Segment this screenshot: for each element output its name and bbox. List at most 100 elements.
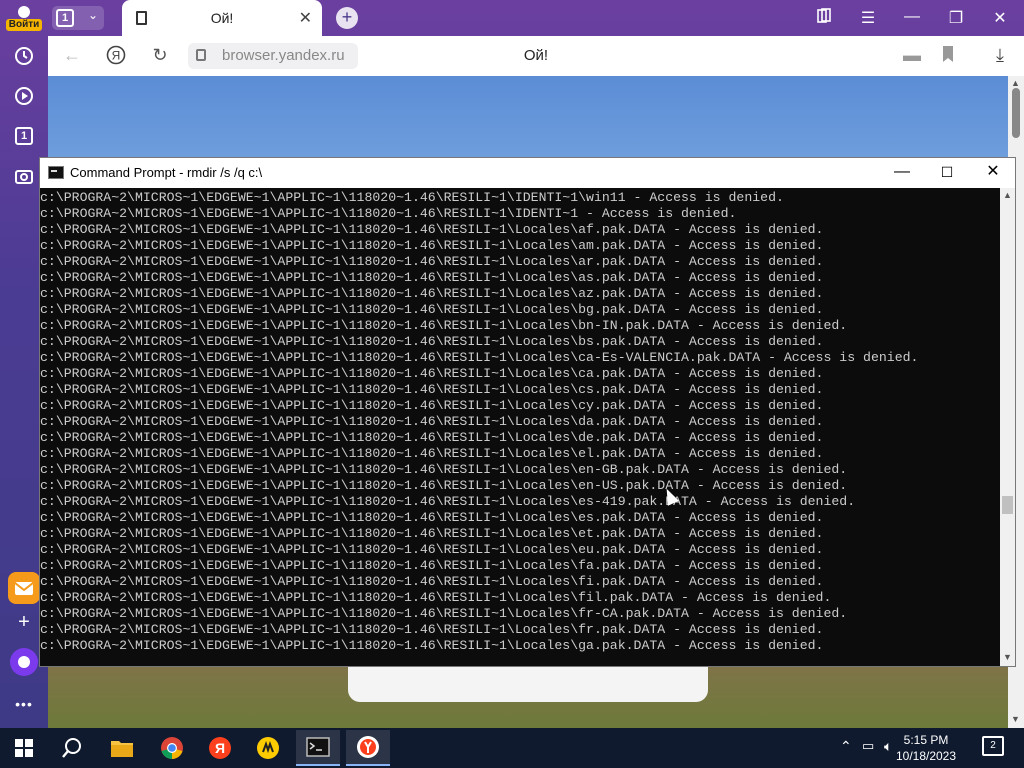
cmd-output-line: c:\PROGRA~2\MICROS~1\EDGEWE~1\APPLIC~1\1… <box>40 526 824 541</box>
cmd-output-line: c:\PROGRA~2\MICROS~1\EDGEWE~1\APPLIC~1\1… <box>40 462 848 477</box>
back-button[interactable]: ← <box>60 45 84 66</box>
download-icon: ⤓ <box>996 45 1004 65</box>
tab-title: Ой! <box>210 10 234 26</box>
start-button[interactable] <box>2 730 46 766</box>
hamburger-icon: ☰ <box>860 10 876 27</box>
restore-button[interactable]: ❐ <box>944 8 968 28</box>
yandex-browser-icon <box>357 736 379 758</box>
cmd-scrollbar[interactable]: ▲ ▼ <box>1000 188 1015 666</box>
play-icon <box>15 87 33 105</box>
active-tab[interactable]: Ой! ✕ <box>122 0 322 36</box>
bookmarks-icon <box>817 8 831 23</box>
music-icon <box>257 737 279 759</box>
cmd-scroll-thumb[interactable] <box>1002 496 1013 514</box>
clock-date: 10/18/2023 <box>895 749 957 763</box>
search-button[interactable] <box>50 730 94 766</box>
taskbar: Я ⌃ ▭ 🔈︎ 5:15 PM 10/18/2023 2 <box>0 728 1024 768</box>
plus-icon: + <box>341 7 353 27</box>
cmd-output-line: c:\PROGRA~2\MICROS~1\EDGEWE~1\APPLIC~1\1… <box>40 270 824 285</box>
history-button[interactable] <box>10 42 38 70</box>
cmd-output-line: c:\PROGRA~2\MICROS~1\EDGEWE~1\APPLIC~1\1… <box>40 382 824 397</box>
cmd-output[interactable]: c:\PROGRA~2\MICROS~1\EDGEWE~1\APPLIC~1\1… <box>40 188 1000 666</box>
mail-app-button[interactable] <box>8 572 40 604</box>
alice-button[interactable] <box>10 648 38 676</box>
cmd-scroll-up-icon[interactable]: ▲ <box>1003 190 1012 200</box>
clock-time: 5:15 PM <box>903 733 949 747</box>
cmd-minimize-button[interactable]: — <box>887 161 917 185</box>
yandex-browser-taskbar-button[interactable] <box>346 730 390 766</box>
svg-text:Я: Я <box>215 740 225 756</box>
cmd-output-line: c:\PROGRA~2\MICROS~1\EDGEWE~1\APPLIC~1\1… <box>40 414 824 429</box>
cmd-output-line: c:\PROGRA~2\MICROS~1\EDGEWE~1\APPLIC~1\1… <box>40 430 824 445</box>
cmd-close-button[interactable]: ✕ <box>978 161 1008 185</box>
cmd-output-line: c:\PROGRA~2\MICROS~1\EDGEWE~1\APPLIC~1\1… <box>40 558 824 573</box>
cmd-output-line: c:\PROGRA~2\MICROS~1\EDGEWE~1\APPLIC~1\1… <box>40 590 832 605</box>
menu-button[interactable]: ☰ <box>856 8 880 28</box>
cmd-output-line: c:\PROGRA~2\MICROS~1\EDGEWE~1\APPLIC~1\1… <box>40 366 824 381</box>
cmd-output-line: c:\PROGRA~2\MICROS~1\EDGEWE~1\APPLIC~1\1… <box>40 238 824 253</box>
cmd-output-line: c:\PROGRA~2\MICROS~1\EDGEWE~1\APPLIC~1\1… <box>40 254 824 269</box>
tab-count-button[interactable]: 1 ⌄ <box>52 6 104 30</box>
notification-count: 2 <box>990 740 996 751</box>
tab-counter-icon: 1 <box>15 127 33 145</box>
cmd-output-line: c:\PROGRA~2\MICROS~1\EDGEWE~1\APPLIC~1\1… <box>40 510 824 525</box>
add-panel-button[interactable]: + <box>10 608 38 636</box>
bookmark-button[interactable] <box>936 45 960 68</box>
minimize-button[interactable]: — <box>900 8 924 26</box>
search-icon <box>62 738 81 758</box>
tray-expand-icon[interactable]: ⌃ <box>840 738 852 755</box>
cmd-output-line: c:\PROGRA~2\MICROS~1\EDGEWE~1\APPLIC~1\1… <box>40 190 784 205</box>
cmd-title-bar[interactable]: Command Prompt - rmdir /s /q c:\ — ☐ ✕ <box>40 158 1015 188</box>
yandex-button[interactable]: Я <box>198 730 242 766</box>
tab-count: 1 <box>56 9 74 27</box>
plus-icon: + <box>18 610 30 633</box>
chat-bubble-icon: ▬ <box>903 45 921 65</box>
network-icon[interactable]: ▭ <box>862 738 874 754</box>
command-prompt-window: Command Prompt - rmdir /s /q c:\ — ☐ ✕ c… <box>39 157 1016 667</box>
chrome-button[interactable] <box>150 730 194 766</box>
address-bar[interactable]: browser.yandex.ru <box>188 43 358 69</box>
command-prompt-taskbar-button[interactable] <box>296 730 340 766</box>
close-tab-icon[interactable]: ✕ <box>299 8 312 28</box>
yandex-button[interactable]: Я <box>104 45 128 70</box>
downloads-button[interactable]: ⤓ <box>988 45 1012 66</box>
cmd-output-line: c:\PROGRA~2\MICROS~1\EDGEWE~1\APPLIC~1\1… <box>40 206 737 221</box>
cmd-output-line: c:\PROGRA~2\MICROS~1\EDGEWE~1\APPLIC~1\1… <box>40 622 824 637</box>
bookmarks-panel-button[interactable] <box>812 8 836 29</box>
notification-center-button[interactable]: 2 <box>982 736 1004 756</box>
login-button[interactable]: Войти <box>6 4 42 34</box>
yandex-music-button[interactable] <box>246 730 290 766</box>
cmd-output-line: c:\PROGRA~2\MICROS~1\EDGEWE~1\APPLIC~1\1… <box>40 334 824 349</box>
screenshot-button[interactable] <box>10 162 38 190</box>
tabs-button[interactable]: 1 <box>10 122 38 150</box>
cmd-scroll-down-icon[interactable]: ▼ <box>1003 652 1012 662</box>
file-explorer-button[interactable] <box>100 730 144 766</box>
cmd-icon <box>48 166 64 179</box>
reload-button[interactable]: ↻ <box>148 45 172 66</box>
page-card <box>348 666 708 702</box>
media-button[interactable] <box>10 82 38 110</box>
new-tab-button[interactable]: + <box>336 7 358 29</box>
svg-text:Я: Я <box>112 49 121 63</box>
more-button[interactable]: ••• <box>10 690 38 718</box>
scroll-up-icon[interactable]: ▲ <box>1011 78 1020 88</box>
close-window-button[interactable]: ✕ <box>988 8 1012 28</box>
cmd-output-line: c:\PROGRA~2\MICROS~1\EDGEWE~1\APPLIC~1\1… <box>40 638 824 653</box>
arrow-left-icon: ← <box>63 45 81 65</box>
close-icon: ✕ <box>993 10 1007 27</box>
cmd-output-line: c:\PROGRA~2\MICROS~1\EDGEWE~1\APPLIC~1\1… <box>40 606 848 621</box>
browser-toolbar: ← Я ↻ browser.yandex.ru Ой! ▬ ⤓ <box>48 36 1024 76</box>
cmd-maximize-button[interactable]: ☐ <box>932 161 962 185</box>
cmd-output-line: c:\PROGRA~2\MICROS~1\EDGEWE~1\APPLIC~1\1… <box>40 478 848 493</box>
clock-icon <box>15 47 33 65</box>
cmd-output-line: c:\PROGRA~2\MICROS~1\EDGEWE~1\APPLIC~1\1… <box>40 574 824 589</box>
terminal-icon <box>306 737 330 757</box>
yandex-logo-icon: Я <box>106 45 126 65</box>
cmd-title: Command Prompt - rmdir /s /q c:\ <box>70 165 263 180</box>
scroll-down-icon[interactable]: ▼ <box>1011 714 1020 724</box>
taskbar-clock[interactable]: 5:15 PM 10/18/2023 <box>886 732 966 764</box>
page-scroll-thumb[interactable] <box>1012 88 1020 138</box>
cmd-output-line: c:\PROGRA~2\MICROS~1\EDGEWE~1\APPLIC~1\1… <box>40 350 919 365</box>
cmd-output-line: c:\PROGRA~2\MICROS~1\EDGEWE~1\APPLIC~1\1… <box>40 446 824 461</box>
reviews-button[interactable]: ▬ <box>900 45 924 66</box>
